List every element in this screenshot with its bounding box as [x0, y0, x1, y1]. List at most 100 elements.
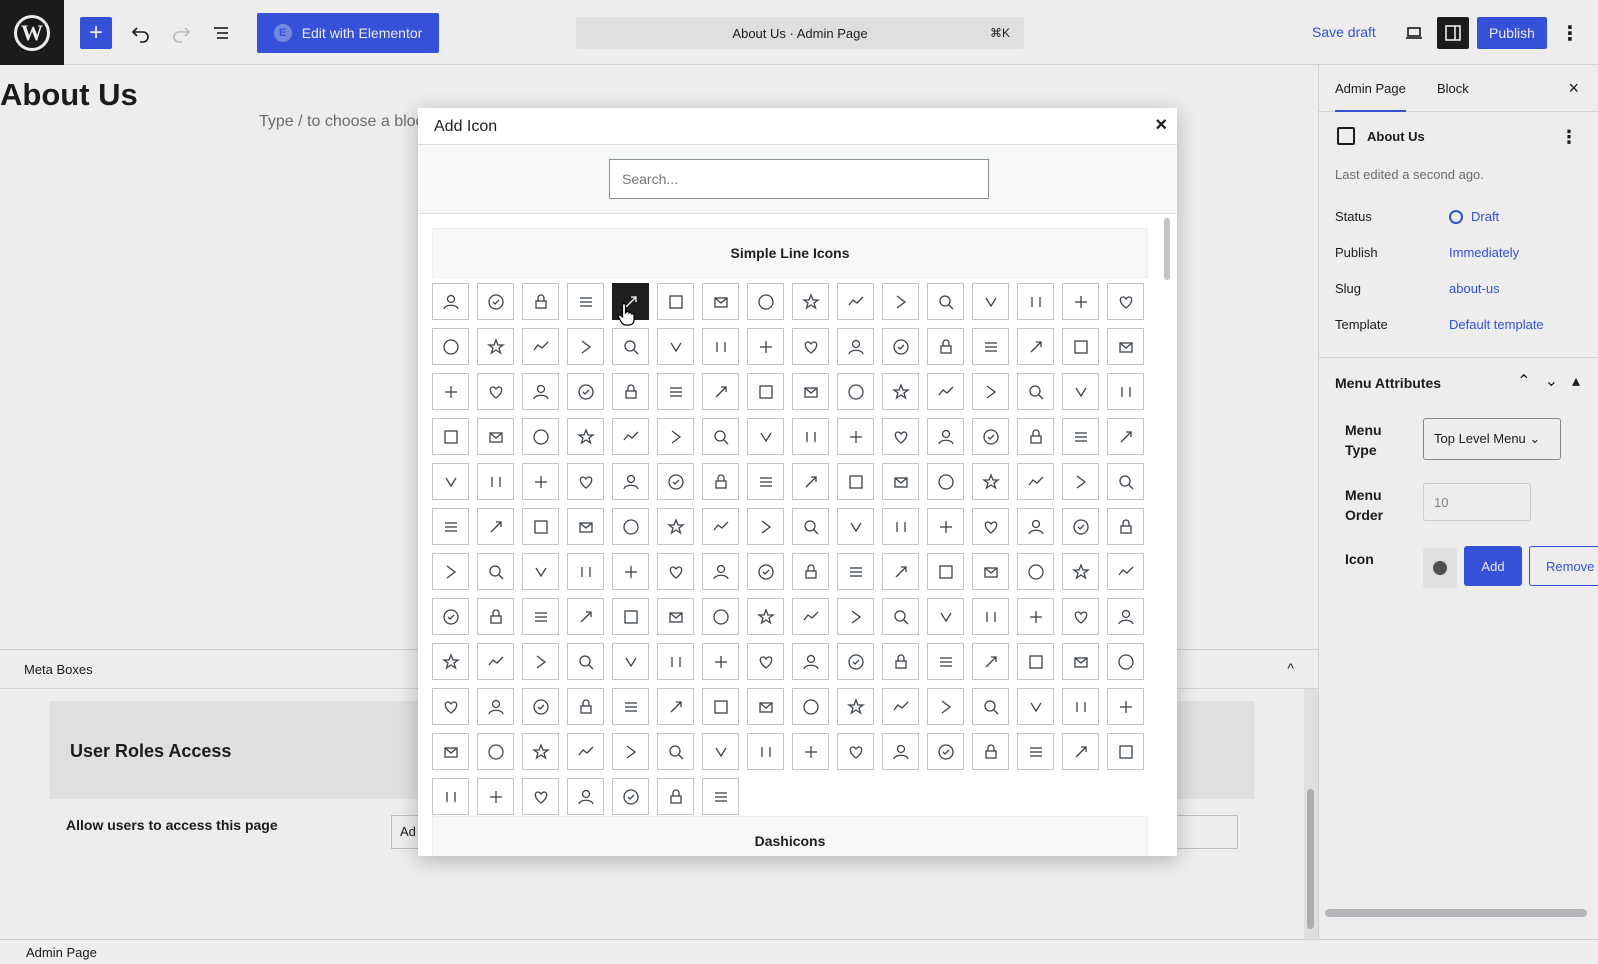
icon-option[interactable]: [657, 733, 694, 770]
icon-option[interactable]: [567, 688, 604, 725]
icon-option[interactable]: [837, 643, 874, 680]
icon-option[interactable]: [927, 733, 964, 770]
icon-option[interactable]: [1107, 463, 1144, 500]
icon-option[interactable]: [837, 688, 874, 725]
icon-option[interactable]: [1062, 643, 1099, 680]
icon-option[interactable]: [837, 283, 874, 320]
icon-option[interactable]: [747, 598, 784, 635]
icon-option[interactable]: [882, 688, 919, 725]
icon-option[interactable]: [1107, 733, 1144, 770]
icon-option[interactable]: [702, 643, 739, 680]
icon-option[interactable]: [522, 553, 559, 590]
icon-option[interactable]: [1017, 373, 1054, 410]
icon-option[interactable]: [522, 328, 559, 365]
icon-option[interactable]: [702, 733, 739, 770]
icon-option[interactable]: [657, 463, 694, 500]
icon-option[interactable]: [567, 643, 604, 680]
icon-option[interactable]: [432, 778, 469, 815]
icon-option[interactable]: [477, 598, 514, 635]
icon-option[interactable]: [657, 373, 694, 410]
icon-option[interactable]: [747, 688, 784, 725]
icon-option[interactable]: [837, 418, 874, 455]
icon-option[interactable]: [837, 463, 874, 500]
modal-scrollbar-thumb[interactable]: [1164, 218, 1170, 280]
icon-option[interactable]: [477, 283, 514, 320]
icon-option[interactable]: [882, 328, 919, 365]
icon-option[interactable]: [477, 688, 514, 725]
icon-option[interactable]: [1107, 373, 1144, 410]
icon-option[interactable]: [927, 463, 964, 500]
icon-option[interactable]: [567, 778, 604, 815]
icon-option[interactable]: [972, 373, 1009, 410]
icon-option[interactable]: [1062, 733, 1099, 770]
icon-option[interactable]: [972, 688, 1009, 725]
icon-option[interactable]: [657, 328, 694, 365]
icon-option[interactable]: [702, 553, 739, 590]
icon-option[interactable]: [477, 508, 514, 545]
icon-option[interactable]: [1017, 283, 1054, 320]
icon-option[interactable]: [702, 328, 739, 365]
icon-option[interactable]: [972, 508, 1009, 545]
icon-option[interactable]: [567, 283, 604, 320]
icon-option[interactable]: [837, 328, 874, 365]
icon-option[interactable]: [522, 508, 559, 545]
icon-option[interactable]: [657, 553, 694, 590]
icon-option[interactable]: [1062, 508, 1099, 545]
icon-option[interactable]: [792, 733, 829, 770]
icon-option[interactable]: [1017, 463, 1054, 500]
icon-option[interactable]: [792, 598, 829, 635]
icon-option[interactable]: [432, 643, 469, 680]
icon-option[interactable]: [1062, 598, 1099, 635]
icon-option[interactable]: [657, 778, 694, 815]
icon-option[interactable]: [1107, 688, 1144, 725]
icon-option[interactable]: [657, 508, 694, 545]
icon-option[interactable]: [927, 328, 964, 365]
icon-option[interactable]: [882, 733, 919, 770]
icon-option[interactable]: [567, 463, 604, 500]
icon-option[interactable]: [927, 508, 964, 545]
icon-option[interactable]: [792, 463, 829, 500]
icon-option[interactable]: [927, 643, 964, 680]
icon-option[interactable]: [612, 373, 649, 410]
icon-option[interactable]: [792, 328, 829, 365]
icon-option[interactable]: [1062, 328, 1099, 365]
icon-option[interactable]: [792, 418, 829, 455]
icon-option[interactable]: [972, 463, 1009, 500]
icon-option[interactable]: [1062, 688, 1099, 725]
icon-option[interactable]: [522, 688, 559, 725]
icon-option[interactable]: [522, 463, 559, 500]
icon-option[interactable]: [972, 283, 1009, 320]
icon-option[interactable]: [612, 463, 649, 500]
icon-option[interactable]: [702, 463, 739, 500]
icon-option[interactable]: [882, 643, 919, 680]
icon-option[interactable]: [612, 553, 649, 590]
icon-option[interactable]: [477, 418, 514, 455]
icon-option[interactable]: [747, 283, 784, 320]
icon-option[interactable]: [657, 643, 694, 680]
icon-option[interactable]: [1107, 283, 1144, 320]
close-modal-icon[interactable]: ×: [1155, 114, 1167, 137]
icon-option[interactable]: [702, 283, 739, 320]
icon-option[interactable]: [567, 553, 604, 590]
icon-option[interactable]: [612, 328, 649, 365]
icon-option[interactable]: [837, 373, 874, 410]
icon-option[interactable]: [882, 598, 919, 635]
icon-option[interactable]: [702, 778, 739, 815]
icon-option[interactable]: [792, 283, 829, 320]
icon-option[interactable]: [1017, 328, 1054, 365]
icon-option[interactable]: [1017, 508, 1054, 545]
icon-option[interactable]: [1107, 598, 1144, 635]
icon-option[interactable]: [927, 373, 964, 410]
icon-option[interactable]: [972, 643, 1009, 680]
icon-option[interactable]: [792, 508, 829, 545]
icon-option[interactable]: [1017, 553, 1054, 590]
icon-option[interactable]: [1017, 733, 1054, 770]
icon-option[interactable]: [432, 283, 469, 320]
icon-option[interactable]: [927, 418, 964, 455]
icon-option[interactable]: [1107, 418, 1144, 455]
icon-option[interactable]: [1017, 688, 1054, 725]
icon-option[interactable]: [477, 328, 514, 365]
icon-option[interactable]: [1017, 418, 1054, 455]
icon-option[interactable]: [1062, 283, 1099, 320]
icon-option[interactable]: [1107, 328, 1144, 365]
